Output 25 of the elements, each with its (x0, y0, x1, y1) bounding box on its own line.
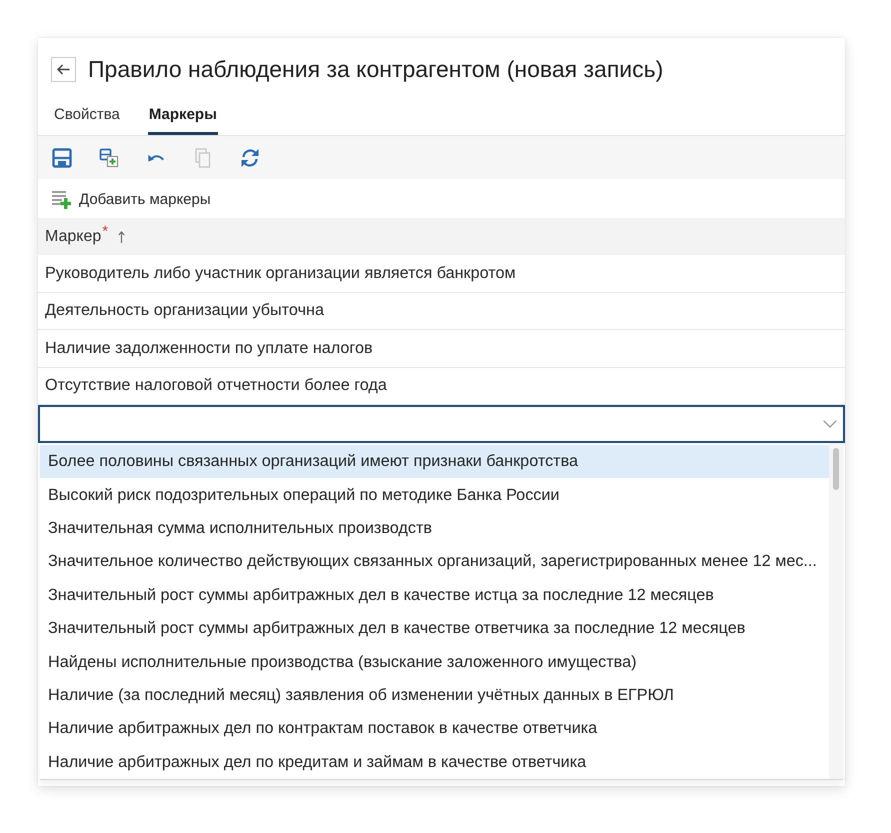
column-header[interactable]: Маркер* (38, 218, 845, 255)
table-row[interactable]: Деятельность организации убыточна (38, 292, 845, 330)
undo-icon (148, 154, 164, 162)
dropdown-field[interactable] (38, 405, 845, 443)
chevron-down-icon (823, 420, 837, 428)
table-row[interactable]: Руководитель либо участник организации является банкротом (38, 255, 845, 292)
dropdown-option[interactable]: Наличие арбитражных дел по кредитам и займам в качестве ответчика (40, 746, 829, 780)
floppy-plus-icon (98, 148, 118, 168)
scrollbar-thumb[interactable] (833, 448, 839, 490)
marker-cell: Деятельность организации убыточна (45, 301, 324, 320)
dropdown-option[interactable]: Более половины связанных организаций имеют признаки банкротства (40, 445, 829, 478)
pages-icon (192, 148, 212, 168)
table-row[interactable]: Наличие задолженности по уплате налогов (38, 330, 845, 368)
refresh-icon (240, 148, 260, 168)
marker-cell: Наличие задолженности по уплате налогов (45, 338, 373, 358)
add-markers-button[interactable]: Добавить маркеры (38, 181, 211, 218)
list-plus-icon (52, 190, 71, 209)
tab[interactable]: Свойства (53, 97, 121, 135)
column-title: Маркер* (45, 228, 108, 246)
page-title: Правило наблюдения за контрагентом (новая запись) (88, 56, 664, 82)
marker-cell: Отсутствие налоговой отчетности более года (45, 376, 387, 396)
marker-cell: Руководитель либо участник организации является банкротом (45, 264, 516, 283)
back-button[interactable] (51, 56, 76, 82)
scrollbar-track[interactable] (829, 443, 843, 779)
back-arrow-icon (57, 64, 70, 74)
